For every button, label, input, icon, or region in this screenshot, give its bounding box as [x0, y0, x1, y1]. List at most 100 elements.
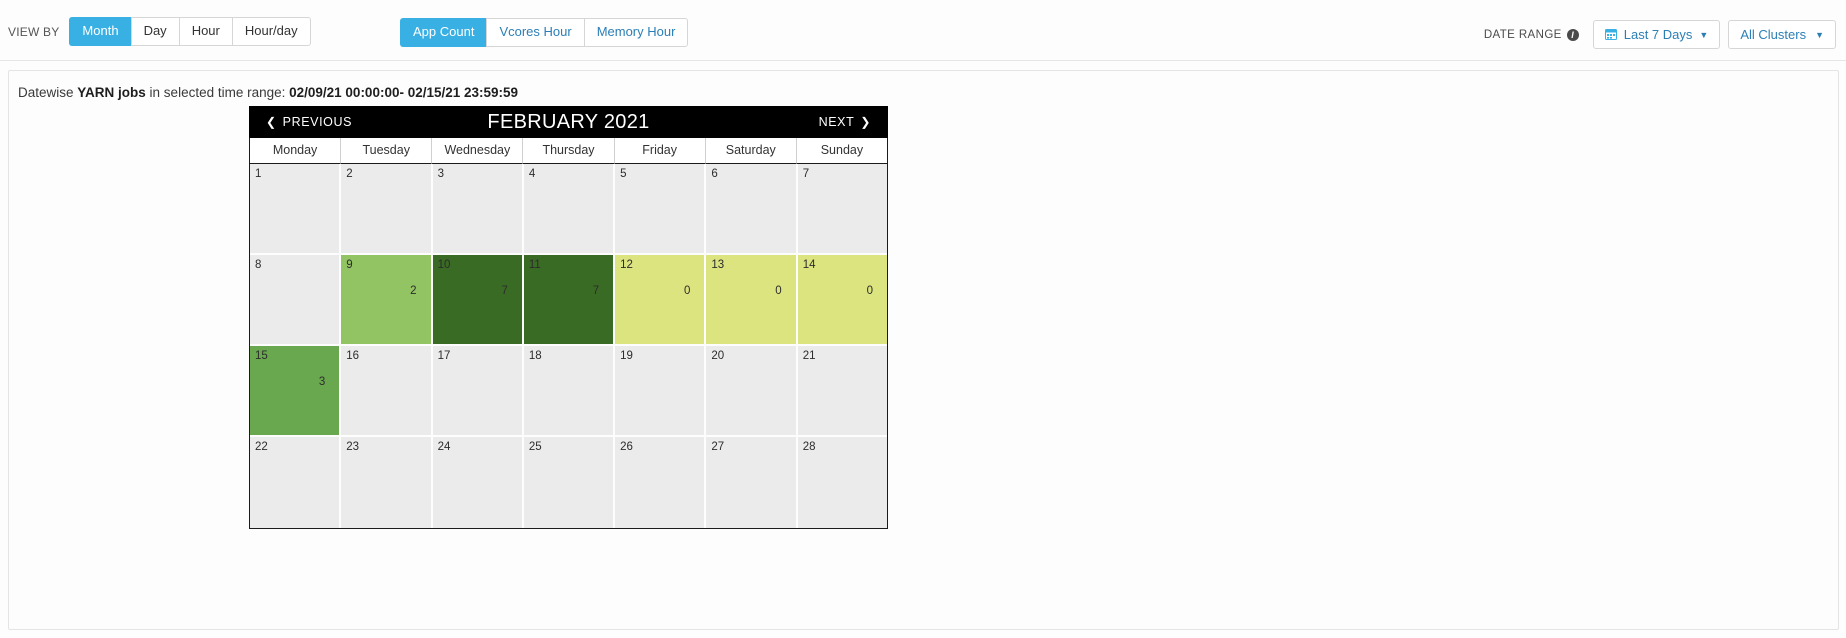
calendar-day-number: 20: [711, 350, 725, 362]
calendar-day-cell[interactable]: 23: [341, 437, 433, 528]
chevron-down-icon: ▼: [1699, 29, 1709, 40]
calendar-day-number: 9: [346, 259, 353, 271]
calendar-day-number: 5: [620, 168, 627, 180]
date-range-label-text: DATE RANGE: [1483, 28, 1562, 41]
weekday-header-row: Monday Tuesday Wednesday Thursday Friday…: [250, 138, 887, 164]
date-range-controls: DATE RANGE i Last 7 Days ▼ All Clusters: [1484, 20, 1836, 49]
calendar-day-value: 2: [410, 285, 417, 297]
info-icon[interactable]: i: [1566, 28, 1579, 41]
date-range-dropdown[interactable]: Last 7 Days ▼: [1592, 20, 1721, 49]
calendar-day-cell[interactable]: 3: [432, 164, 524, 255]
calendar-day-cell[interactable]: 12 0: [615, 255, 707, 346]
calendar-day-cell[interactable]: 8: [250, 255, 342, 346]
weekday-wednesday: Wednesday: [432, 138, 524, 164]
calendar-day-number: 21: [802, 350, 816, 362]
chevron-down-icon-cluster: ▼: [1815, 29, 1824, 40]
previous-month-button[interactable]: ❮ PREVIOUS: [266, 115, 352, 129]
calendar-week-row: 1 2 3 4 5 6 7: [250, 164, 887, 255]
calendar-day-number: 3: [437, 168, 444, 180]
calendar-day-value: 0: [866, 285, 873, 297]
calendar-day-cell[interactable]: 22: [250, 437, 342, 528]
content-panel: Datewise YARN jobs in selected time rang…: [8, 70, 1839, 630]
view-by-label: VIEW BY: [8, 24, 60, 39]
calendar-day-cell[interactable]: 20: [706, 346, 798, 437]
calendar-day-cell[interactable]: 92: [341, 255, 433, 346]
view-by-hour-day-button[interactable]: Hour/day: [231, 17, 311, 46]
calendar-day-number: 7: [802, 168, 810, 180]
metric-vcores-hour-button[interactable]: Vcores Hour: [486, 18, 584, 47]
calendar-day-cell[interactable]: 5: [615, 164, 707, 255]
calendar-day-number: 11: [528, 259, 541, 271]
weekday-saturday: Saturday: [705, 138, 797, 164]
cluster-dropdown[interactable]: All Clusters ▼: [1728, 20, 1836, 49]
top-toolbar: VIEW BY Month Day Hour Hour/day App Coun…: [0, 0, 1846, 61]
calendar-day-cell[interactable]: 17: [432, 346, 524, 437]
calendar-day-number: 26: [620, 441, 633, 453]
view-by-month-button[interactable]: Month: [69, 17, 131, 46]
calendar-week-row: 22 23 24 25 26 27 28: [250, 437, 887, 528]
view-by-button-group: Month Day Hour Hour/day: [69, 17, 311, 46]
calendar-day-cell[interactable]: 28: [797, 437, 887, 528]
view-by-day-button[interactable]: Day: [130, 17, 179, 46]
calendar-day-value: 7: [592, 285, 600, 297]
chevron-right-icon: ❯: [860, 115, 871, 129]
calendar-week-row: 8 9 2 10 7 11 7 12 0 13 0 14 0: [250, 255, 887, 346]
metric-app-count-button[interactable]: App Count: [400, 18, 487, 47]
calendar-day-number: 28: [802, 441, 816, 453]
calendar-day-number: 14: [802, 259, 816, 271]
metric-button-group: App Count Vcores Hour Memory Hour: [400, 18, 689, 47]
calendar-day-cell[interactable]: 10 7: [432, 255, 524, 346]
weekday-tuesday: Tuesday: [341, 138, 433, 164]
calendar-day-cell[interactable]: 27: [706, 437, 798, 528]
calendar-day-cell[interactable]: 11 7: [523, 255, 616, 346]
calendar-day-number: 1: [255, 168, 262, 180]
calendar-day-cell[interactable]: 25: [523, 437, 616, 528]
weekday-thursday: Thursday: [523, 138, 615, 164]
weekday-sunday: Sunday: [796, 138, 887, 164]
calendar-day-number: 4: [528, 168, 536, 180]
calendar-day-number: 23: [346, 441, 360, 453]
calendar-day-number: 13: [711, 259, 725, 271]
next-month-button[interactable]: NEXT ❯: [819, 115, 871, 129]
subtitle-prefix: Datewise: [18, 85, 78, 100]
date-range-value: Last 7 Days: [1623, 27, 1693, 42]
calendar-day-cell[interactable]: 16: [341, 346, 433, 437]
calendar-day-cell[interactable]: 14 0: [797, 255, 887, 346]
view-by-group: VIEW BY Month Day Hour Hour/day: [8, 17, 311, 46]
calendar-day-value: 7: [501, 285, 508, 297]
calendar-day-number: 15: [255, 350, 268, 362]
calendar-day-number: 16: [346, 350, 360, 362]
calendar-day-number: 8: [255, 259, 262, 271]
calendar-widget: ❮ PREVIOUS FEBRUARY 2021 NEXT ❯ Monday T…: [249, 106, 888, 529]
subtitle-middle: in selected time range:: [145, 85, 290, 100]
calendar-day-cell[interactable]: 26: [615, 437, 707, 528]
calendar-day-number: 6: [711, 168, 718, 180]
calendar-day-cell[interactable]: 13 0: [706, 255, 798, 346]
calendar-day-cell[interactable]: 21: [797, 346, 887, 437]
panel-subtitle: Datewise YARN jobs in selected time rang…: [9, 71, 1838, 100]
view-by-hour-button[interactable]: Hour: [178, 17, 232, 46]
calendar-day-number: 17: [437, 350, 451, 362]
calendar-day-number: 10: [437, 259, 451, 271]
next-label: NEXT: [818, 115, 855, 129]
calendar-day-cell[interactable]: 2: [341, 164, 433, 255]
previous-label: PREVIOUS: [282, 115, 353, 129]
calendar-day-value: 3: [318, 376, 326, 388]
calendar-week-row: 15 3 16 17 18 19 20 21: [250, 346, 887, 437]
chevron-left-icon: ❮: [266, 115, 277, 129]
metric-memory-hour-button[interactable]: Memory Hour: [583, 18, 689, 47]
calendar-day-number: 19: [620, 350, 633, 362]
calendar-day-cell[interactable]: 18: [523, 346, 616, 437]
calendar-day-number: 27: [711, 441, 725, 453]
calendar-day-cell[interactable]: 24: [432, 437, 524, 528]
calendar-day-cell[interactable]: 4: [523, 164, 616, 255]
calendar-day-value: 0: [775, 285, 782, 297]
calendar-grid: Monday Tuesday Wednesday Thursday Friday…: [249, 138, 888, 529]
calendar-day-cell[interactable]: 19: [615, 346, 707, 437]
calendar-weeks: 1 2 3 4 5 6 7 8 9 2 10 7 11 7 12 0 13 0 14 0 15 3 16 17 18 19 20 21…: [250, 164, 887, 528]
calendar-day-value: 0: [684, 285, 691, 297]
calendar-day-cell[interactable]: 1: [250, 164, 342, 255]
calendar-day-cell[interactable]: 15 3: [250, 346, 342, 437]
calendar-day-cell[interactable]: 6: [706, 164, 798, 255]
calendar-day-cell[interactable]: 7: [797, 164, 887, 255]
